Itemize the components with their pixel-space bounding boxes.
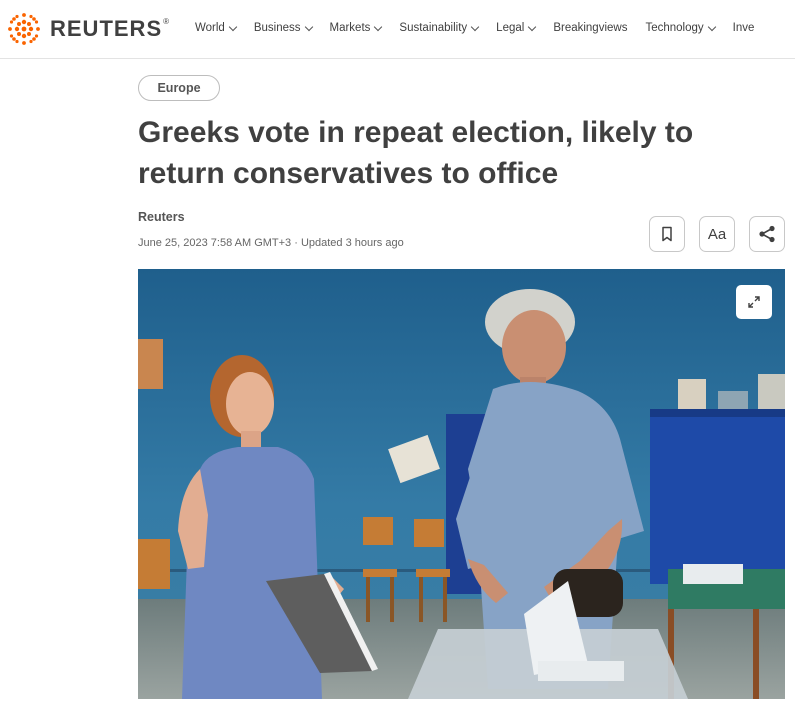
- voting-scene-illustration: [138, 269, 785, 699]
- text-size-button[interactable]: Aa: [699, 216, 735, 252]
- reuters-logo-icon: [8, 13, 40, 45]
- nav-item-label: Breakingviews: [553, 22, 628, 34]
- nav-item-business[interactable]: Business: [253, 22, 313, 34]
- chevron-down-icon: [304, 22, 313, 31]
- nav-item-breakingviews[interactable]: Breakingviews: [553, 22, 627, 34]
- article-headline: Greeks vote in repeat election, likely t…: [138, 112, 778, 194]
- nav-item-label: Sustainability: [399, 22, 468, 34]
- nav-item-technology[interactable]: Technology: [645, 22, 716, 34]
- chevron-down-icon: [470, 22, 480, 31]
- nav-item-label: Inve: [732, 22, 755, 34]
- chevron-down-icon: [528, 22, 537, 31]
- chevron-down-icon: [228, 22, 238, 31]
- section-tag-europe[interactable]: Europe: [138, 75, 220, 101]
- nav-item-legal[interactable]: Legal: [496, 22, 537, 34]
- article-photo[interactable]: [138, 269, 785, 699]
- nav-item-label: Legal: [496, 22, 525, 34]
- nav-item-label: Business: [253, 22, 301, 34]
- expand-image-button[interactable]: [736, 285, 772, 319]
- nav-item-label: Technology: [645, 22, 704, 34]
- chevron-down-icon: [707, 22, 716, 31]
- nav-item-investigations[interactable]: Inve: [733, 22, 755, 34]
- nav-item-label: Markets: [329, 22, 371, 34]
- registered-mark: ®: [163, 16, 170, 26]
- bookmark-button[interactable]: [649, 216, 685, 252]
- share-icon: [759, 225, 775, 243]
- dateline: June 25, 2023 7:58 AM GMT+3 · Updated 3 …: [138, 237, 404, 249]
- site-header: REUTERS ® World Business Markets Sustaina…: [0, 0, 795, 59]
- main-nav: World Business Markets Sustainability Le…: [195, 22, 772, 34]
- brand-name: REUTERS: [50, 16, 163, 41]
- expand-icon: [748, 296, 760, 308]
- headline-line-1: Greeks vote in repeat election, likely t…: [138, 116, 694, 149]
- chevron-down-icon: [374, 22, 383, 31]
- nav-item-world[interactable]: World: [195, 22, 238, 34]
- headline-line-2: return conservatives to office: [138, 157, 559, 190]
- text-size-label: Aa: [707, 225, 727, 243]
- bookmark-icon: [662, 226, 672, 242]
- nav-item-sustainability[interactable]: Sustainability: [399, 22, 480, 34]
- nav-item-label: World: [195, 22, 225, 34]
- share-button[interactable]: [749, 216, 785, 252]
- reuters-logo[interactable]: REUTERS ®: [4, 9, 169, 49]
- nav-item-markets[interactable]: Markets: [329, 22, 383, 34]
- byline[interactable]: Reuters: [138, 210, 185, 224]
